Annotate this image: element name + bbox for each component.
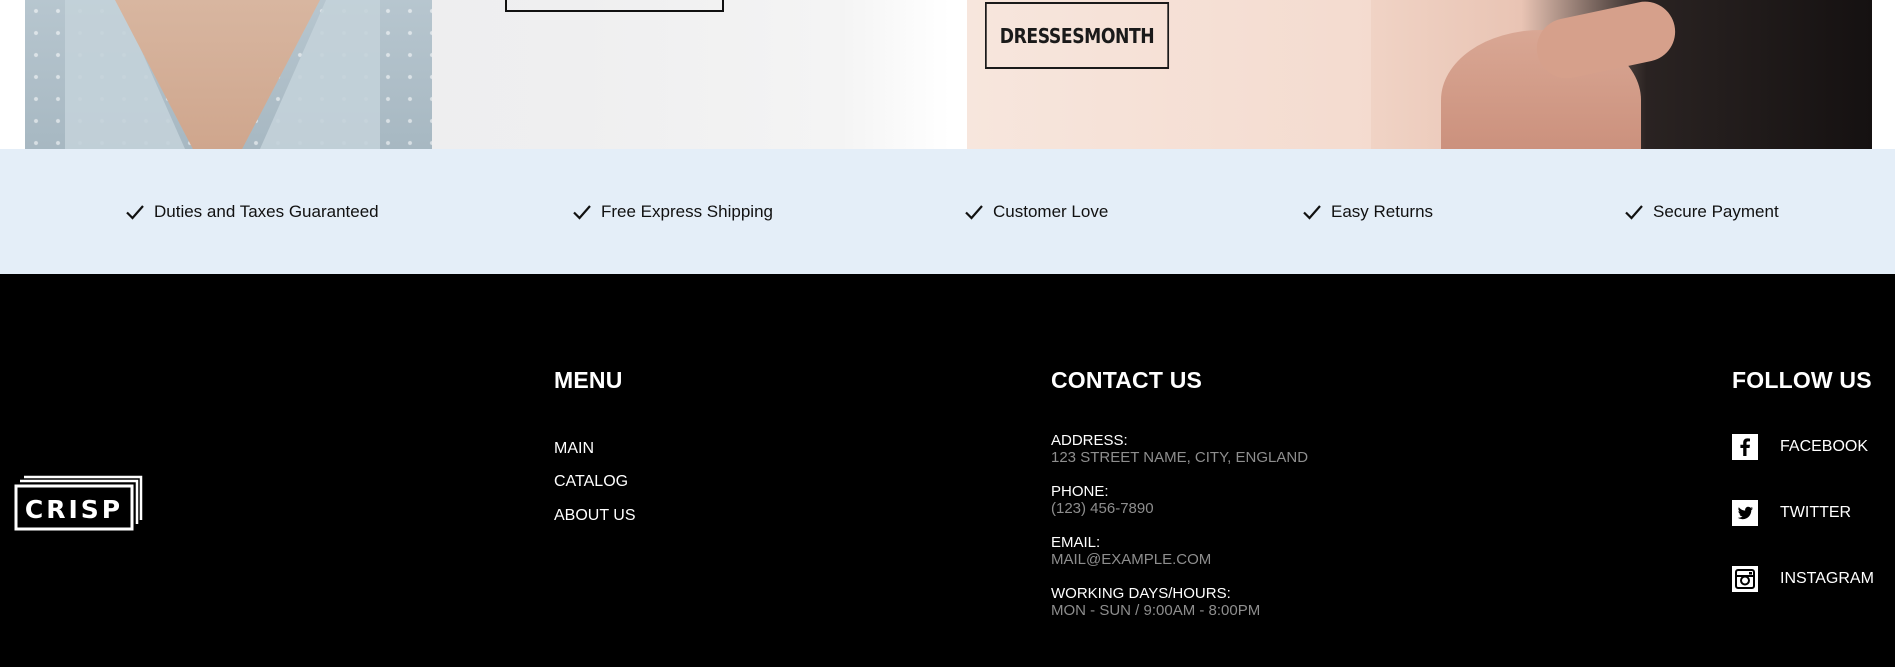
features-bar: Duties and Taxes Guaranteed Free Express… (0, 149, 1895, 274)
contact-title: CONTACT US (1051, 367, 1203, 393)
crisp-logo[interactable]: CRISP (14, 474, 144, 532)
check-icon (573, 204, 591, 220)
phone-label: PHONE: (1051, 483, 1109, 500)
check-icon (965, 204, 983, 220)
feature-item: Duties and Taxes Guaranteed (125, 149, 379, 274)
menu-link-catalog[interactable]: CATALOG (554, 473, 628, 491)
check-icon (1303, 204, 1321, 220)
social-link-instagram[interactable]: INSTAGRAM (1732, 566, 1874, 592)
dresses-month-button[interactable]: DRESSESMONTH (985, 2, 1170, 69)
logo-text: CRISP (25, 495, 123, 524)
feature-item: Customer Love (964, 149, 1108, 274)
twitter-icon (1732, 500, 1758, 526)
site-footer: CRISP MENU MAIN CATALOG ABOUT US CONTACT… (0, 274, 1895, 667)
twitter-label: TWITTER (1780, 504, 1852, 521)
model-photo-right (1371, 0, 1872, 149)
hero-left-button[interactable] (505, 0, 724, 12)
hours-label: WORKING DAYS/HOURS: (1051, 585, 1231, 602)
email-label: EMAIL: (1051, 534, 1101, 551)
follow-title: FOLLOW US (1732, 367, 1872, 393)
feature-label: Duties and Taxes Guaranteed (154, 201, 379, 221)
social-link-twitter[interactable]: TWITTER (1732, 500, 1851, 526)
menu-link-about-us[interactable]: ABOUT US (554, 507, 636, 525)
check-icon (126, 204, 144, 220)
facebook-label: FACEBOOK (1780, 438, 1869, 455)
hours-value: MON - SUN / 9:00AM - 8:00PM (1051, 602, 1261, 619)
phone-value: (123) 456-7890 (1051, 500, 1154, 517)
hero-banner: DRESSESMONTH (0, 0, 1895, 149)
facebook-icon (1732, 434, 1758, 460)
feature-item: Easy Returns (1302, 149, 1433, 274)
feature-item: Secure Payment (1624, 149, 1779, 274)
menu-link-main[interactable]: MAIN (554, 440, 594, 458)
model-photo-left (25, 0, 432, 149)
feature-label: Customer Love (993, 201, 1109, 221)
email-value: MAIL@EXAMPLE.COM (1051, 551, 1212, 568)
address-label: ADDRESS: (1051, 432, 1128, 449)
instagram-label: INSTAGRAM (1780, 570, 1874, 587)
feature-label: Free Express Shipping (601, 201, 773, 221)
feature-label: Easy Returns (1331, 201, 1434, 221)
check-icon (1625, 204, 1643, 220)
instagram-icon (1732, 566, 1758, 592)
address-value: 123 STREET NAME, CITY, ENGLAND (1051, 449, 1309, 466)
feature-item: Free Express Shipping (572, 149, 773, 274)
hero-banner-left (25, 0, 950, 149)
social-link-facebook[interactable]: FACEBOOK (1732, 434, 1868, 460)
feature-label: Secure Payment (1653, 201, 1779, 221)
menu-title: MENU (554, 367, 623, 393)
